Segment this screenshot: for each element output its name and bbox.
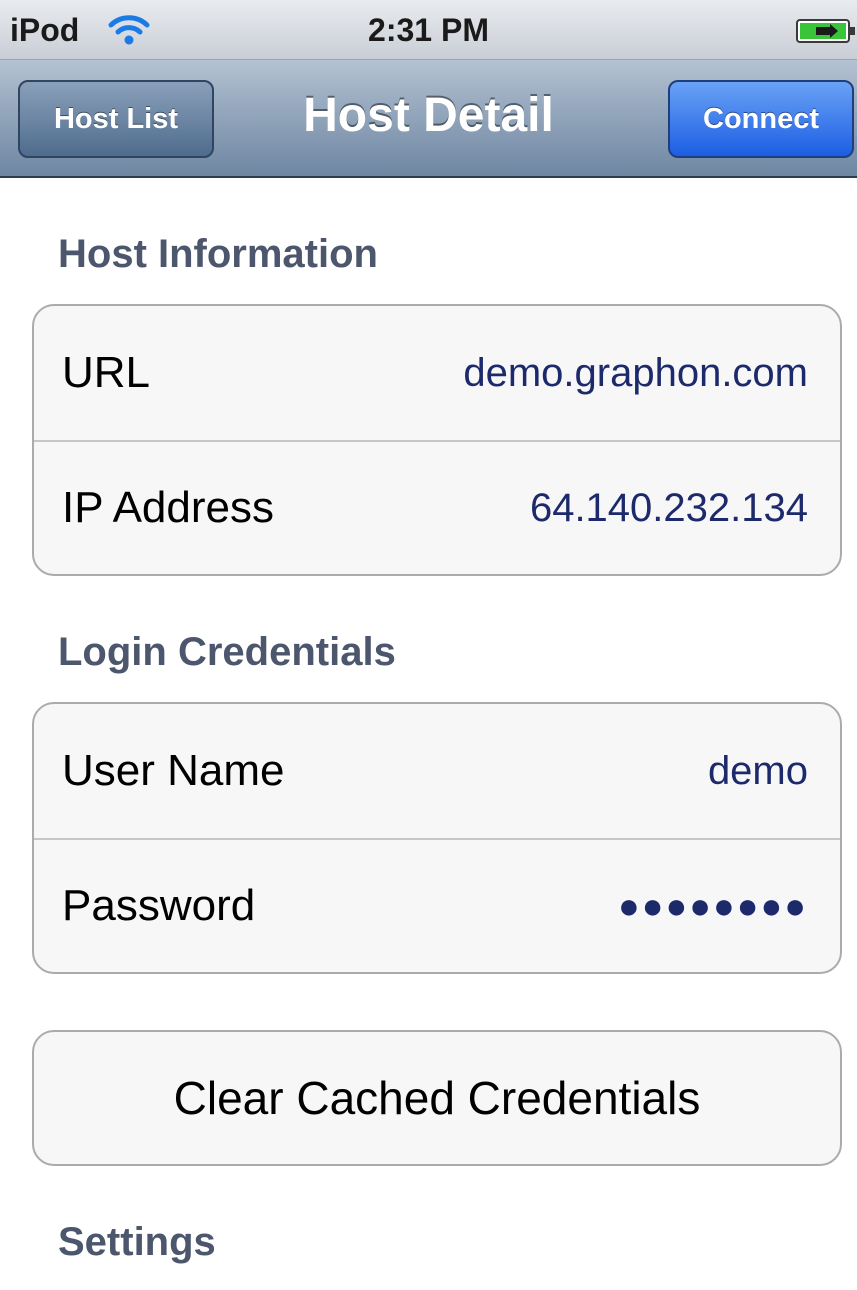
host-information-header: Host Information (58, 232, 378, 276)
host-detail-screen: iPod 2:31 PM Host List Host Detail Conne… (0, 0, 857, 1290)
clear-credentials-group: Clear Cached Credentials (32, 1030, 842, 1166)
url-row[interactable]: URL demo.graphon.com (34, 306, 840, 440)
login-credentials-header: Login Credentials (58, 630, 396, 674)
user-name-label: User Name (62, 746, 285, 795)
host-list-back-button[interactable]: Host List (18, 80, 214, 158)
status-bar: iPod 2:31 PM (0, 0, 857, 60)
password-value: ●●●●●●●● (618, 885, 808, 926)
ip-address-row[interactable]: IP Address 64.140.232.134 (34, 440, 840, 574)
battery-charging-icon (796, 19, 855, 43)
status-time: 2:31 PM (368, 12, 489, 48)
connect-button[interactable]: Connect (668, 80, 854, 158)
url-value: demo.graphon.com (463, 350, 808, 395)
page-title: Host Detail (303, 89, 554, 142)
user-name-row[interactable]: User Name demo (34, 704, 840, 838)
host-information-group: URL demo.graphon.com IP Address 64.140.2… (32, 304, 842, 576)
ip-address-label: IP Address (62, 483, 274, 532)
navigation-bar: Host List Host Detail Connect (0, 60, 857, 178)
login-credentials-group: User Name demo Password ●●●●●●●● (32, 702, 842, 974)
url-label: URL (62, 348, 151, 397)
password-row[interactable]: Password ●●●●●●●● (34, 838, 840, 972)
user-name-value: demo (707, 748, 808, 793)
password-label: Password (62, 881, 256, 930)
clear-cached-credentials-button[interactable]: Clear Cached Credentials (34, 1032, 840, 1164)
ip-address-value: 64.140.232.134 (529, 485, 808, 530)
settings-header: Settings (58, 1220, 216, 1264)
